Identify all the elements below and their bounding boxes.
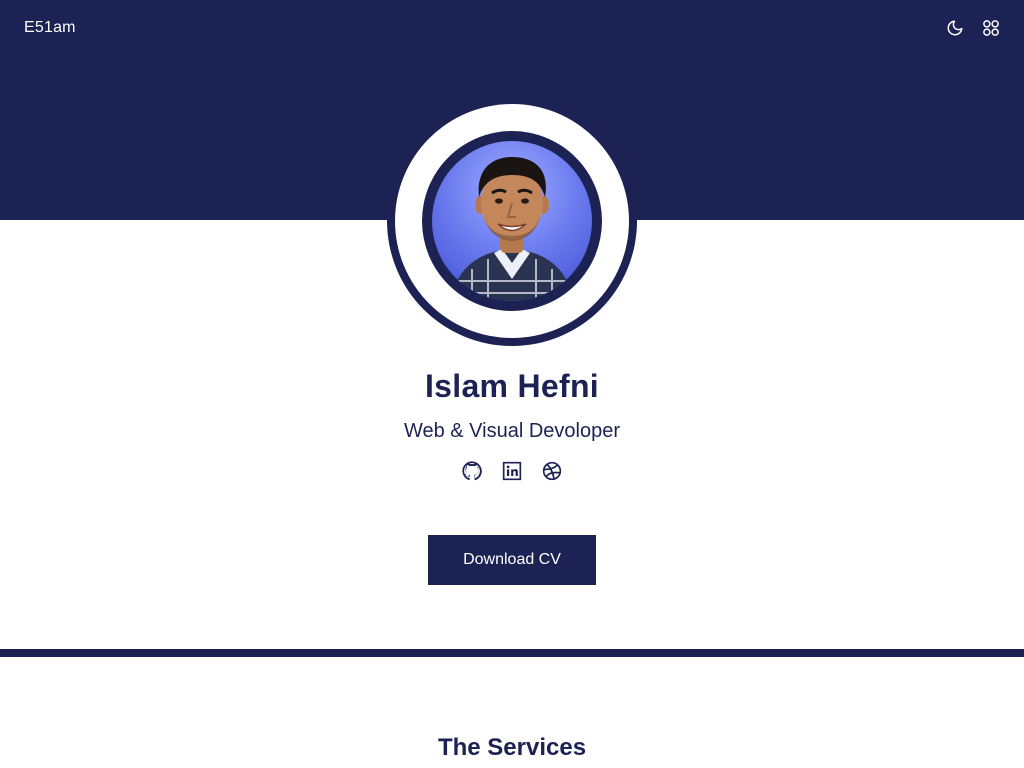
github-icon[interactable] xyxy=(462,460,482,482)
avatar xyxy=(432,141,592,301)
linkedin-icon[interactable] xyxy=(502,460,522,482)
grid-icon[interactable] xyxy=(982,19,1000,37)
download-cv-button[interactable]: Download CV xyxy=(428,535,596,585)
profile-name: Islam Hefni xyxy=(424,368,600,404)
dribbble-icon[interactable] xyxy=(542,460,562,482)
services-title: The Services xyxy=(437,734,587,761)
profile-role: Web & Visual Devoloper xyxy=(403,420,621,442)
avatar-portrait xyxy=(450,157,574,301)
site-logo[interactable]: E51am xyxy=(24,19,76,37)
portfolio-page: E51am Islam Hefni Web & Visual Devoloper… xyxy=(0,0,1024,768)
moon-icon[interactable] xyxy=(946,19,964,37)
social-links xyxy=(0,460,1024,482)
nav-actions xyxy=(946,19,1000,37)
avatar-frame xyxy=(387,96,637,346)
top-nav: E51am xyxy=(0,0,1024,56)
section-divider xyxy=(0,649,1024,657)
